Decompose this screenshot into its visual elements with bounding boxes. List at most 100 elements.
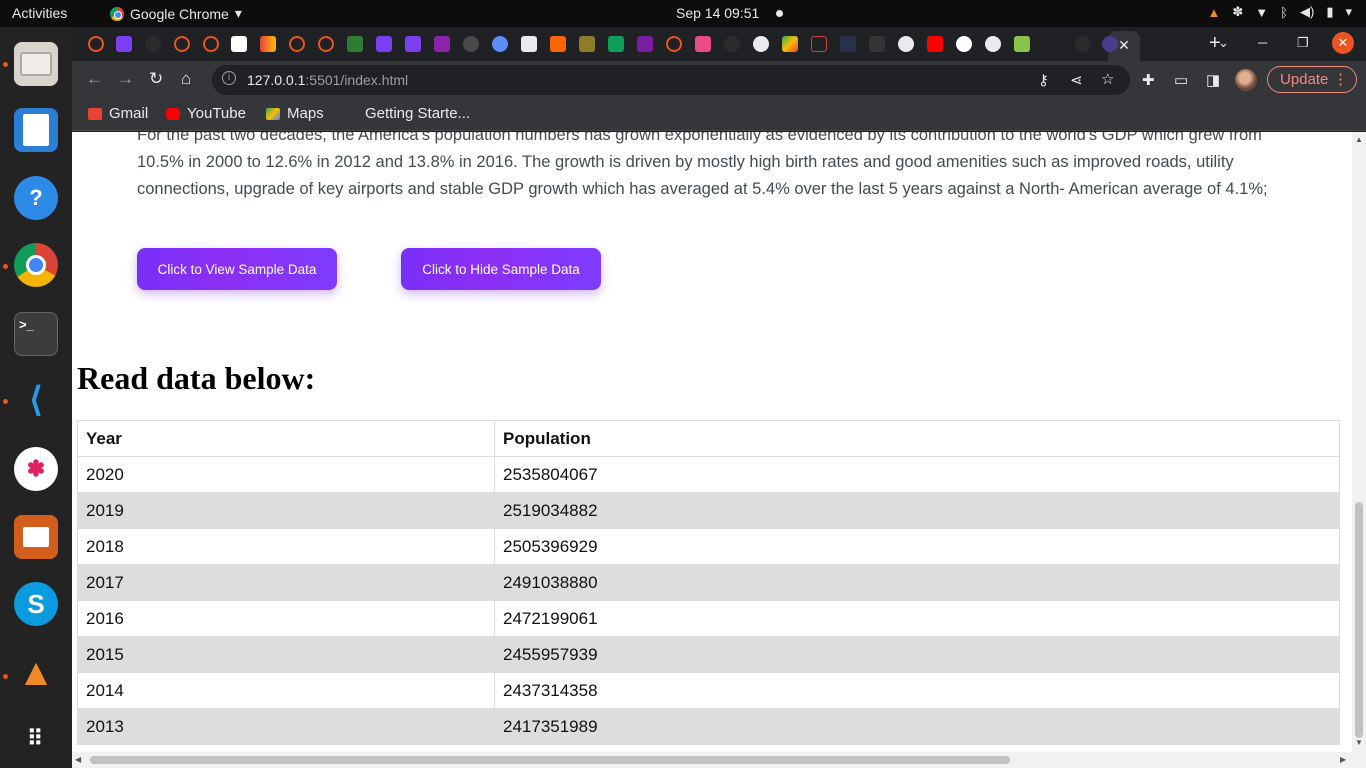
vertical-scroll-thumb[interactable] bbox=[1355, 502, 1363, 738]
files-icon[interactable] bbox=[14, 42, 58, 86]
scroll-left-icon[interactable]: ◀ bbox=[75, 755, 81, 764]
tab-app-icon[interactable] bbox=[869, 36, 885, 52]
help-icon[interactable]: ? bbox=[14, 176, 58, 220]
tab-github-icon[interactable] bbox=[1075, 36, 1091, 52]
view-sample-data-button[interactable]: Click to View Sample Data bbox=[137, 248, 337, 290]
volume-icon[interactable]: ◀) bbox=[1300, 4, 1314, 20]
hide-sample-data-button[interactable]: Click to Hide Sample Data bbox=[401, 248, 601, 290]
tab-calendar-icon[interactable] bbox=[434, 36, 450, 52]
url-text[interactable]: 127.0.0.1:5501/index.html bbox=[247, 72, 408, 88]
page-heading: Read data below: bbox=[77, 360, 316, 396]
tab-dribbble-icon[interactable] bbox=[695, 36, 711, 52]
running-indicator bbox=[3, 62, 8, 67]
tab-search-icon[interactable]: ⌄ bbox=[1218, 35, 1229, 51]
reload-icon[interactable]: ↻ bbox=[149, 69, 163, 89]
tab-ubuntu-icon[interactable] bbox=[318, 36, 334, 52]
minimize-icon[interactable]: ─ bbox=[1258, 35, 1267, 50]
tab-globe-icon[interactable] bbox=[753, 36, 769, 52]
vertical-scrollbar[interactable]: ▲ ▼ bbox=[1352, 132, 1366, 752]
url-host: 127.0.0.1 bbox=[247, 72, 306, 88]
maps-icon bbox=[266, 107, 280, 120]
site-info-icon[interactable]: i bbox=[222, 71, 236, 85]
tab-app-icon[interactable] bbox=[811, 36, 827, 52]
bluetooth-icon[interactable]: ᛒ bbox=[1280, 5, 1288, 20]
horizontal-scroll-thumb[interactable] bbox=[90, 756, 1010, 764]
tab-shield-icon[interactable] bbox=[347, 36, 363, 52]
tab-google-icon[interactable] bbox=[956, 36, 972, 52]
update-button[interactable]: Update ⋮ bbox=[1267, 66, 1357, 93]
tab-w-icon[interactable] bbox=[579, 36, 595, 52]
tab-help-icon[interactable] bbox=[1014, 36, 1030, 52]
wifi-icon[interactable]: ▼ bbox=[1255, 5, 1268, 20]
tab-github-icon[interactable] bbox=[145, 36, 161, 52]
tab-youtube-icon[interactable] bbox=[927, 36, 943, 52]
close-window-icon[interactable]: ✕ bbox=[1332, 32, 1354, 54]
tab-ubuntu-icon[interactable] bbox=[88, 36, 104, 52]
scroll-up-icon[interactable]: ▲ bbox=[1355, 135, 1363, 144]
extensions-icon[interactable]: ✚ bbox=[1142, 71, 1155, 89]
bookmark-label: Maps bbox=[287, 105, 324, 122]
tab-close-icon[interactable]: ✕ bbox=[1118, 37, 1130, 53]
tab-play-icon[interactable] bbox=[782, 36, 798, 52]
bookmark-star-icon[interactable]: ☆ bbox=[1101, 70, 1114, 88]
tab-page-icon[interactable] bbox=[521, 36, 537, 52]
app-menu[interactable]: Google Chrome ▾ bbox=[110, 5, 242, 22]
tab-docs-icon[interactable] bbox=[405, 36, 421, 52]
address-bar[interactable]: i 127.0.0.1:5501/index.html ⚷ ⋖ ☆ bbox=[212, 65, 1130, 95]
terminal-icon[interactable]: >_ bbox=[14, 312, 58, 356]
profile-avatar[interactable] bbox=[1235, 69, 1257, 91]
impress-icon[interactable] bbox=[14, 515, 58, 559]
bookmark-gmail[interactable]: Gmail bbox=[88, 105, 148, 122]
tab-ubuntu-icon[interactable] bbox=[174, 36, 190, 52]
tab-docs-icon[interactable] bbox=[116, 36, 132, 52]
vlc-icon[interactable]: ▲ bbox=[14, 651, 58, 695]
tab-app-icon[interactable] bbox=[637, 36, 653, 52]
bookmark-youtube[interactable]: YouTube bbox=[166, 105, 246, 122]
show-apps-icon[interactable]: ⠿ bbox=[14, 717, 58, 761]
password-key-icon[interactable]: ⚷ bbox=[1038, 71, 1049, 89]
scroll-right-icon[interactable]: ▶ bbox=[1340, 755, 1346, 764]
table-row: 2013 2417351989 bbox=[77, 708, 1340, 745]
chrome-dock-icon[interactable] bbox=[14, 243, 58, 287]
tab-globe-icon[interactable] bbox=[898, 36, 914, 52]
year-cell: 2014 bbox=[77, 672, 495, 709]
bookmark-getting-started[interactable]: Getting Starte... bbox=[344, 105, 470, 122]
tab-app-icon[interactable] bbox=[463, 36, 479, 52]
forward-icon[interactable]: → bbox=[117, 69, 134, 89]
tab-globe-icon[interactable] bbox=[492, 36, 508, 52]
battery-icon[interactable]: ▮ bbox=[1326, 4, 1333, 20]
activities-button[interactable]: Activities bbox=[12, 5, 67, 21]
horizontal-scrollbar[interactable]: ◀ ▶ bbox=[72, 752, 1352, 768]
tab-ghost-icon[interactable] bbox=[1102, 36, 1118, 52]
population-cell: 2505396929 bbox=[494, 528, 1340, 565]
share-icon[interactable]: ⋖ bbox=[1070, 71, 1083, 89]
tab-ubuntu-icon[interactable] bbox=[203, 36, 219, 52]
vscode-icon[interactable]: ⟨ bbox=[14, 378, 58, 422]
maximize-icon[interactable]: ❐ bbox=[1297, 35, 1309, 51]
power-menu-icon[interactable]: ▾ bbox=[1345, 4, 1352, 20]
home-icon[interactable]: ⌂ bbox=[181, 69, 191, 89]
back-icon[interactable]: ← bbox=[86, 69, 103, 89]
document-viewer-icon[interactable] bbox=[14, 108, 58, 152]
tab-sheets-icon[interactable] bbox=[608, 36, 624, 52]
tab-ycombinator-icon[interactable] bbox=[550, 36, 566, 52]
tab-medium-icon[interactable] bbox=[231, 36, 247, 52]
bookmark-maps[interactable]: Maps bbox=[266, 105, 324, 122]
tab-ubuntu-icon[interactable] bbox=[289, 36, 305, 52]
vlc-tray-icon[interactable]: ▲ bbox=[1208, 5, 1221, 20]
tab-github-icon[interactable] bbox=[724, 36, 740, 52]
tab-globe-icon[interactable] bbox=[985, 36, 1001, 52]
tab-app-icon[interactable] bbox=[840, 36, 856, 52]
slack-tray-icon[interactable]: ✽ bbox=[1232, 4, 1243, 20]
slack-icon[interactable]: ✽ bbox=[14, 447, 58, 491]
scroll-down-icon[interactable]: ▼ bbox=[1355, 738, 1363, 747]
system-tray[interactable]: ▲ ✽ ▼ ᛒ ◀) ▮ ▾ bbox=[1208, 4, 1352, 20]
tab-docs-icon[interactable] bbox=[376, 36, 392, 52]
side-panel-icon[interactable]: ◨ bbox=[1206, 71, 1220, 89]
clock[interactable]: Sep 14 09:51 bbox=[676, 5, 759, 21]
tab-gmail-icon[interactable] bbox=[260, 36, 276, 52]
table-row: 2015 2455957939 bbox=[77, 636, 1340, 673]
cast-icon[interactable]: ▭ bbox=[1174, 71, 1188, 89]
skype-icon[interactable]: S bbox=[14, 582, 58, 626]
tab-ubuntu-icon[interactable] bbox=[666, 36, 682, 52]
